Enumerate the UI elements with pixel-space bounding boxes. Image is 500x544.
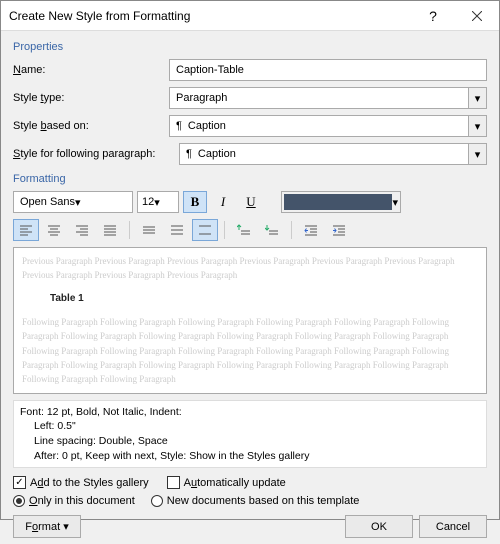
properties-heading: Properties <box>13 41 487 53</box>
following-label: Style for following paragraph: <box>13 148 173 160</box>
name-input[interactable] <box>169 59 487 81</box>
spacing-1.5-button[interactable] <box>164 219 190 241</box>
bold-button[interactable]: B <box>183 191 207 213</box>
font-size-value: 12 <box>142 196 154 208</box>
radio-row: Only in this document New documents base… <box>13 495 487 507</box>
formatting-toolbar-2 <box>13 219 487 241</box>
format-button[interactable]: Format ▾ <box>13 515 81 538</box>
align-justify-button[interactable] <box>97 219 123 241</box>
increase-indent-button[interactable] <box>326 219 352 241</box>
style-type-row: Style type: Paragraph ▾ <box>13 87 487 109</box>
separator <box>224 221 225 239</box>
new-documents-radio[interactable]: New documents based on this template <box>151 495 360 507</box>
color-swatch <box>284 194 392 210</box>
font-color-combo[interactable]: ▾ <box>281 191 401 213</box>
desc-line: After: 0 pt, Keep with next, Style: Show… <box>20 449 480 464</box>
preview-box: Previous Paragraph Previous Paragraph Pr… <box>13 247 487 394</box>
following-row: Style for following paragraph: ¶ Caption… <box>13 143 487 165</box>
spacing-2-button[interactable] <box>192 219 218 241</box>
checkbox-label: Automatically update <box>184 477 286 489</box>
name-label: Name: <box>13 64 163 76</box>
radio-checked-icon <box>13 495 25 507</box>
pilcrow-icon: ¶ <box>186 148 192 160</box>
increase-space-before-button[interactable] <box>231 219 257 241</box>
preview-ghost-prev: Previous Paragraph Previous Paragraph Pr… <box>22 254 478 283</box>
desc-line: Left: 0.5" <box>20 419 480 434</box>
chevron-down-icon: ▾ <box>392 196 398 209</box>
align-right-button[interactable] <box>69 219 95 241</box>
desc-line: Line spacing: Double, Space <box>20 434 480 449</box>
align-center-button[interactable] <box>41 219 67 241</box>
chevron-down-icon: ▾ <box>468 144 486 164</box>
preview-sample-text: Table 1 <box>50 291 478 307</box>
style-type-value: Paragraph <box>176 92 227 104</box>
desc-line: Font: 12 pt, Bold, Not Italic, Indent: <box>20 405 480 420</box>
checkbox-label: Add to the Styles gallery <box>30 477 149 489</box>
close-button[interactable] <box>455 1 499 31</box>
formatting-heading: Formatting <box>13 173 487 185</box>
based-on-label: Style based on: <box>13 120 163 132</box>
cancel-button[interactable]: Cancel <box>419 515 487 538</box>
separator <box>291 221 292 239</box>
style-type-label: Style type: <box>13 92 163 104</box>
font-combo[interactable]: Open Sans ▾ <box>13 191 133 213</box>
following-combo[interactable]: ¶ Caption ▾ <box>179 143 487 165</box>
spacing-1-button[interactable] <box>136 219 162 241</box>
preview-ghost-next: Following Paragraph Following Paragraph … <box>22 315 478 387</box>
separator <box>129 221 130 239</box>
auto-update-checkbox[interactable]: Automatically update <box>167 476 286 489</box>
footer-buttons: Format ▾ OK Cancel <box>13 515 487 538</box>
titlebar: Create New Style from Formatting ? <box>1 1 499 31</box>
radio-label: New documents based on this template <box>167 495 360 507</box>
align-left-button[interactable] <box>13 219 39 241</box>
underline-button[interactable]: U <box>239 191 263 213</box>
ok-button[interactable]: OK <box>345 515 413 538</box>
font-value: Open Sans <box>20 196 75 208</box>
formatting-toolbar-1: Open Sans ▾ 12 ▾ B I U ▾ <box>13 191 487 213</box>
style-description: Font: 12 pt, Bold, Not Italic, Indent: L… <box>13 400 487 469</box>
based-on-row: Style based on: ¶ Caption ▾ <box>13 115 487 137</box>
dialog-window: Create New Style from Formatting ? Prope… <box>0 0 500 520</box>
pilcrow-icon: ¶ <box>176 120 182 132</box>
based-on-value: Caption <box>188 120 226 132</box>
only-this-doc-radio[interactable]: Only in this document <box>13 495 135 507</box>
dialog-content: Properties Name: Style type: Paragraph ▾… <box>1 31 499 544</box>
chevron-down-icon: ▾ <box>75 196 81 209</box>
font-size-combo[interactable]: 12 ▾ <box>137 191 179 213</box>
checkbox-unchecked-icon <box>167 476 180 489</box>
checkbox-checked-icon: ✓ <box>13 476 26 489</box>
add-to-gallery-checkbox[interactable]: ✓ Add to the Styles gallery <box>13 476 149 489</box>
dialog-title: Create New Style from Formatting <box>9 9 411 23</box>
checkbox-row: ✓ Add to the Styles gallery Automaticall… <box>13 476 487 489</box>
italic-button[interactable]: I <box>211 191 235 213</box>
radio-unchecked-icon <box>151 495 163 507</box>
name-row: Name: <box>13 59 487 81</box>
help-button[interactable]: ? <box>411 1 455 31</box>
radio-label: Only in this document <box>29 495 135 507</box>
close-icon <box>472 11 482 21</box>
chevron-down-icon: ▾ <box>468 88 486 108</box>
style-type-combo[interactable]: Paragraph ▾ <box>169 87 487 109</box>
chevron-down-icon: ▾ <box>154 196 160 209</box>
chevron-down-icon: ▾ <box>468 116 486 136</box>
decrease-space-before-button[interactable] <box>259 219 285 241</box>
based-on-combo[interactable]: ¶ Caption ▾ <box>169 115 487 137</box>
decrease-indent-button[interactable] <box>298 219 324 241</box>
following-value: Caption <box>198 148 236 160</box>
